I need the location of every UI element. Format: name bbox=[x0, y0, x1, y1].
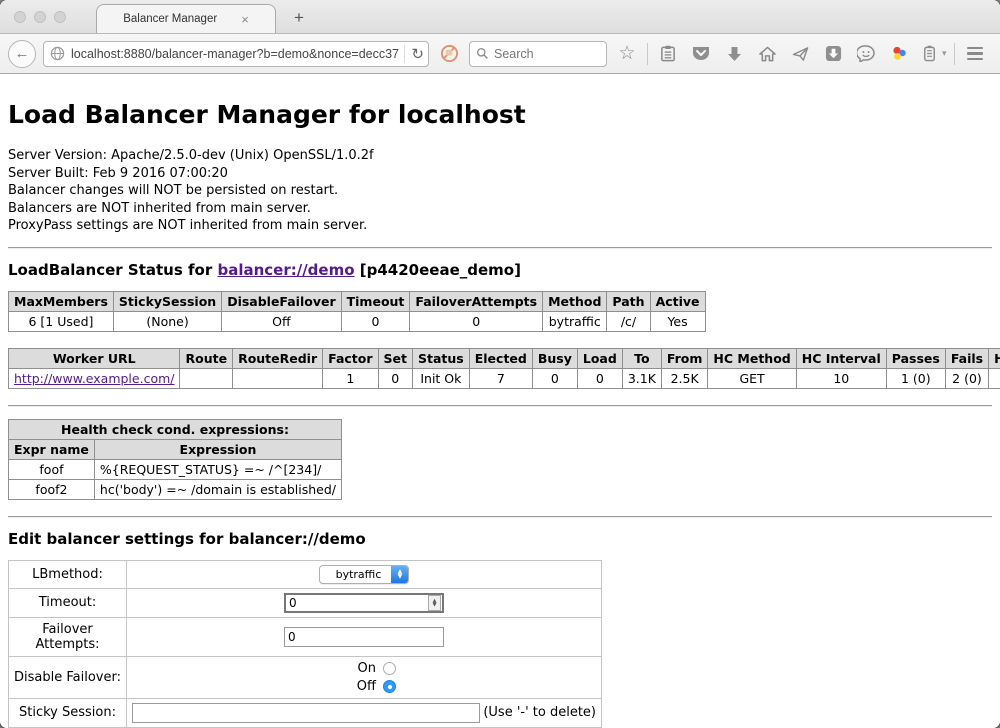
disable-failover-label: Disable Failover: bbox=[9, 656, 127, 698]
worker-url-link[interactable]: http://www.example.com/ bbox=[14, 371, 174, 386]
disable-failover-off-radio[interactable] bbox=[383, 680, 396, 693]
close-window-button[interactable] bbox=[14, 11, 26, 23]
balancer-params-table: MaxMembers StickySession DisableFailover… bbox=[8, 291, 706, 332]
downloads-icon[interactable] bbox=[721, 41, 747, 67]
failover-attempts-label: Failover Attempts: bbox=[9, 617, 127, 656]
bookmark-star-icon[interactable]: ☆ bbox=[614, 41, 640, 67]
table-row: http://www.example.com/ 1 0 Init Ok 7 0 … bbox=[9, 368, 1000, 388]
sticky-session-row: Sticky Session: (Use '-' to delete) bbox=[9, 698, 602, 727]
lbmethod-select[interactable]: bytraffic ▲▼ bbox=[319, 565, 410, 584]
minimize-window-button[interactable] bbox=[34, 11, 46, 23]
timeout-row: Timeout: 0 ▲▼ bbox=[9, 588, 602, 617]
server-info: Server Version: Apache/2.5.0-dev (Unix) … bbox=[8, 147, 992, 235]
back-button[interactable]: ← bbox=[8, 40, 36, 68]
battery-extension-icon[interactable] bbox=[919, 41, 939, 67]
timeout-input[interactable]: 0 ▲▼ bbox=[284, 593, 444, 613]
back-arrow-icon: ← bbox=[15, 45, 30, 62]
inherit-notice-line: Balancers are NOT inherited from main se… bbox=[8, 200, 992, 218]
failover-attempts-row: Failover Attempts: bbox=[9, 617, 602, 656]
edit-balancer-form: LBmethod: bytraffic ▲▼ Timeout: 0 ▲▼ bbox=[8, 560, 602, 728]
edit-balancer-heading: Edit balancer settings for balancer://de… bbox=[8, 530, 992, 548]
timeout-label: Timeout: bbox=[9, 588, 127, 617]
sticky-session-label: Sticky Session: bbox=[9, 698, 127, 727]
sticky-session-input[interactable] bbox=[132, 703, 480, 723]
select-stepper-icon: ▲▼ bbox=[391, 566, 408, 583]
extension-dropdown-caret-icon[interactable]: ▾ bbox=[942, 48, 947, 59]
search-input[interactable] bbox=[494, 47, 586, 61]
persist-notice-line: Balancer changes will NOT be persisted o… bbox=[8, 182, 992, 200]
home-icon[interactable] bbox=[754, 41, 780, 67]
health-check-title: Health check cond. expressions: bbox=[9, 419, 342, 439]
page-title: Load Balancer Manager for localhost bbox=[8, 100, 992, 129]
toolbar-separator bbox=[647, 43, 648, 65]
balancer-demo-link[interactable]: balancer://demo bbox=[217, 261, 354, 279]
sticky-session-hint: (Use '-' to delete) bbox=[483, 705, 596, 720]
loadbalancer-status-heading: LoadBalancer Status for balancer://demo … bbox=[8, 261, 992, 279]
reading-list-icon[interactable] bbox=[655, 41, 681, 67]
table-row: foof2 hc('body') =~ /domain is establish… bbox=[9, 479, 342, 499]
table-row: 6 [1 Used] (None) Off 0 0 bytraffic /c/ … bbox=[9, 311, 706, 331]
toolbar-separator bbox=[954, 43, 955, 65]
zoom-window-button[interactable] bbox=[54, 11, 66, 23]
table-header-row: MaxMembers StickySession DisableFailover… bbox=[9, 291, 706, 311]
tab-title: Balancer Manager bbox=[123, 13, 217, 25]
lbmethod-row: LBmethod: bytraffic ▲▼ bbox=[9, 560, 602, 588]
worker-table: Worker URL Route RouteRedir Factor Set S… bbox=[8, 348, 1000, 389]
tab-balancer-manager[interactable]: Balancer Manager × bbox=[96, 4, 276, 33]
send-icon[interactable] bbox=[787, 41, 813, 67]
url-bar[interactable]: localhost:8880/balancer-manager?b=demo&n… bbox=[43, 41, 429, 67]
search-bar[interactable] bbox=[469, 41, 607, 67]
download-box-icon[interactable] bbox=[820, 41, 846, 67]
menu-button[interactable] bbox=[962, 41, 988, 67]
lbmethod-label: LBmethod: bbox=[9, 560, 127, 588]
divider bbox=[8, 247, 992, 249]
divider bbox=[8, 516, 992, 518]
reload-icon[interactable]: ↻ bbox=[404, 45, 424, 63]
number-spinner-icon[interactable]: ▲▼ bbox=[428, 595, 441, 611]
table-header-row: Expr name Expression bbox=[9, 439, 342, 459]
table-header-row: Worker URL Route RouteRedir Factor Set S… bbox=[9, 348, 1000, 368]
pocket-icon[interactable] bbox=[688, 41, 714, 67]
proxypass-notice-line: ProxyPass settings are NOT inherited fro… bbox=[8, 217, 992, 235]
title-bar: Balancer Manager × + bbox=[0, 0, 1000, 34]
grid-extension-icon[interactable] bbox=[995, 41, 1000, 67]
table-title-row: Health check cond. expressions: bbox=[9, 419, 342, 439]
browser-window: Balancer Manager × + ← localhost:8880/ba… bbox=[0, 0, 1000, 728]
globe-icon bbox=[48, 41, 66, 67]
disable-failover-on-radio[interactable] bbox=[383, 662, 396, 675]
content-blocked-icon[interactable] bbox=[436, 41, 462, 67]
navigation-toolbar: ← localhost:8880/balancer-manager?b=demo… bbox=[0, 34, 1000, 74]
new-tab-button[interactable]: + bbox=[294, 8, 304, 28]
feedback-smiley-icon[interactable] bbox=[853, 41, 879, 67]
page-content: Load Balancer Manager for localhost Serv… bbox=[0, 74, 1000, 728]
palette-dots-icon[interactable] bbox=[886, 41, 912, 67]
url-text[interactable]: localhost:8880/balancer-manager?b=demo&n… bbox=[71, 47, 399, 61]
failover-attempts-input[interactable] bbox=[284, 627, 444, 647]
table-row: foof %{REQUEST_STATUS} =~ /^[234]/ bbox=[9, 459, 342, 479]
server-built-line: Server Built: Feb 9 2016 07:00:20 bbox=[8, 165, 992, 183]
radio-off-label: Off bbox=[357, 679, 376, 694]
traffic-lights bbox=[14, 11, 66, 23]
disable-failover-row: Disable Failover: On Off bbox=[9, 656, 602, 698]
radio-on-label: On bbox=[358, 661, 376, 676]
search-icon bbox=[476, 47, 489, 60]
tab-close-icon[interactable]: × bbox=[241, 12, 249, 27]
health-check-table: Health check cond. expressions: Expr nam… bbox=[8, 419, 342, 500]
divider bbox=[8, 405, 992, 407]
server-version-line: Server Version: Apache/2.5.0-dev (Unix) … bbox=[8, 147, 992, 165]
